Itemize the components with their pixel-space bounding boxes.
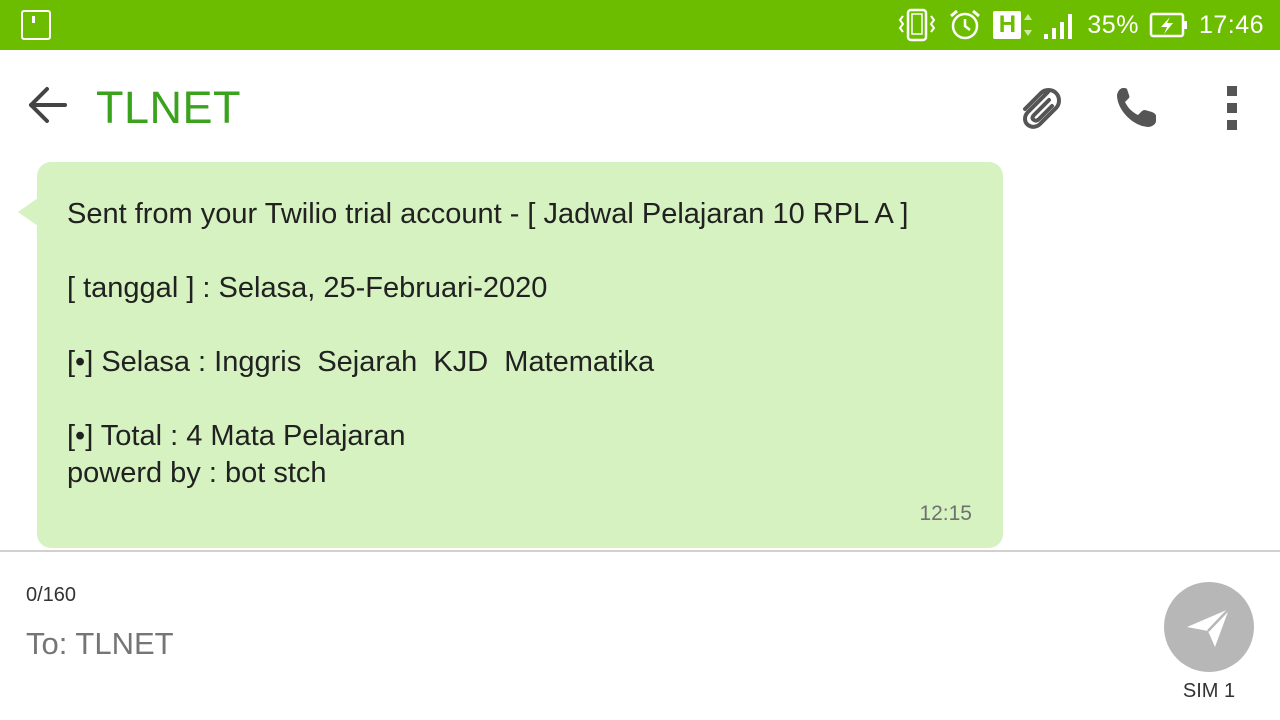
message-line: powerd by : bot stch — [67, 457, 327, 489]
message-line: Sent from your Twilio trial account - [ … — [67, 198, 909, 230]
more-options-button[interactable] — [1204, 80, 1260, 136]
status-time: 17:46 — [1198, 10, 1264, 39]
message-line: [•] Total : 4 Mata Pelajaran — [67, 420, 406, 452]
message-list[interactable]: Sent from your Twilio trial account - [ … — [0, 160, 1280, 550]
conversation-header: TLNET — [0, 50, 1280, 160]
send-button[interactable] — [1164, 582, 1254, 672]
message-timestamp: 12:15 — [919, 502, 972, 525]
battery-percent: 35% — [1087, 10, 1139, 39]
status-icons: H 35% 17:46 — [897, 0, 1264, 50]
status-bar: H 35% 17:46 — [0, 0, 1280, 50]
message-line: [•] Selasa : Inggris Sejarah KJD Matemat… — [67, 346, 655, 378]
page-title: TLNET — [96, 82, 242, 133]
battery-charging-icon — [1149, 10, 1189, 40]
attach-button[interactable] — [1012, 80, 1068, 136]
sim-label[interactable]: SIM 1 — [1170, 680, 1248, 703]
phone-icon — [1117, 88, 1156, 127]
more-vert-icon — [1227, 86, 1237, 130]
alarm-icon — [947, 8, 983, 42]
message-input[interactable] — [26, 626, 1126, 662]
notification-icon — [21, 10, 51, 40]
compose-area: 0/160 SIM 1 — [0, 552, 1280, 720]
message-bubble[interactable]: Sent from your Twilio trial account - [ … — [37, 162, 1003, 548]
call-button[interactable] — [1108, 80, 1164, 136]
character-counter: 0/160 — [26, 584, 77, 606]
vibrate-icon — [897, 8, 937, 42]
attach-icon — [1023, 88, 1061, 129]
bubble-tail — [18, 198, 38, 226]
signal-icon — [1043, 10, 1077, 40]
network-h-icon: H — [993, 11, 1033, 39]
back-button[interactable] — [22, 80, 72, 130]
send-icon — [1187, 608, 1230, 647]
message-line: [ tanggal ] : Selasa, 25-Februari-2020 — [67, 272, 548, 304]
back-arrow-icon — [29, 87, 67, 123]
